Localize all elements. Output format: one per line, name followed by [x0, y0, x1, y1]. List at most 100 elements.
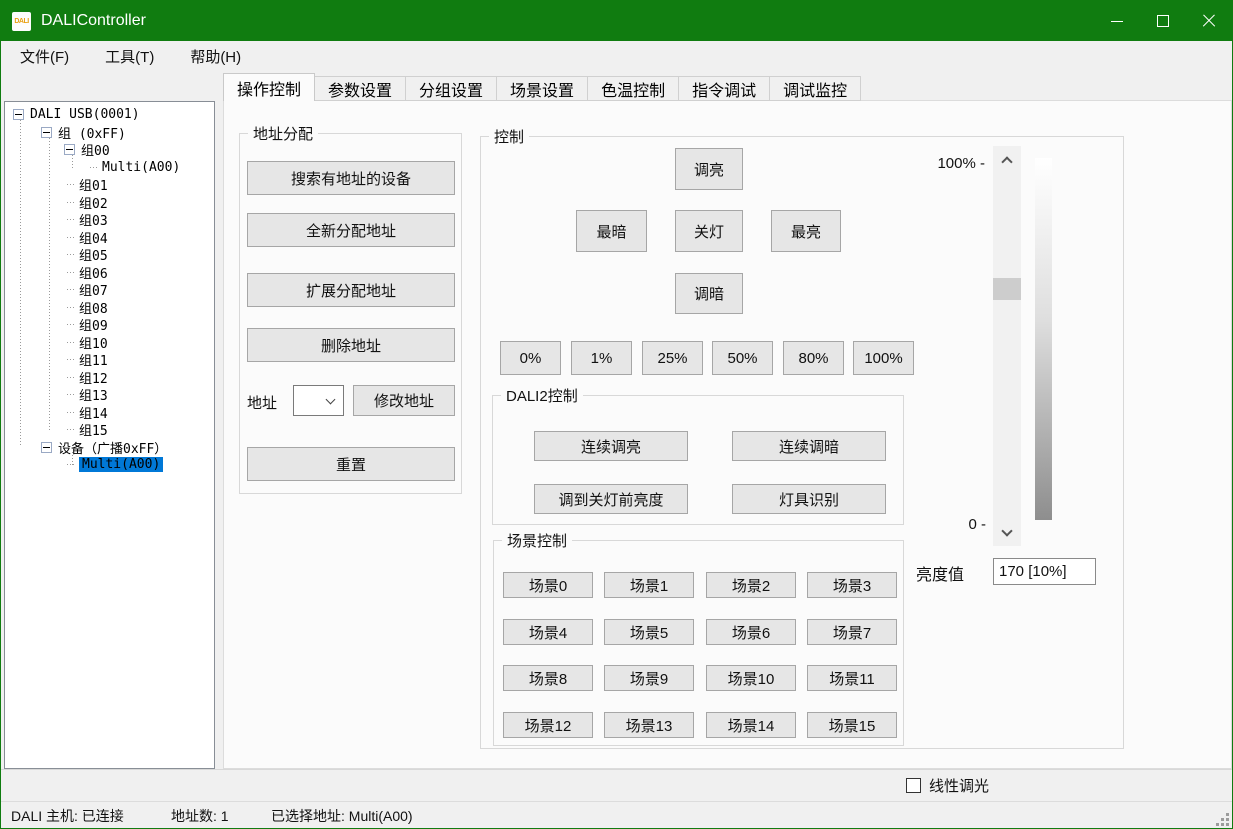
- max-brightness-button[interactable]: 最亮: [771, 210, 841, 252]
- tree-item-group11[interactable]: 组11: [5, 351, 214, 369]
- tab-grouping-settings[interactable]: 分组设置: [406, 76, 497, 101]
- tree-item-group13[interactable]: 组13: [5, 386, 214, 404]
- percent-50-button[interactable]: 50%: [712, 341, 773, 375]
- tab-debug-monitor[interactable]: 调试监控: [770, 76, 861, 101]
- scroll-up-button[interactable]: [993, 146, 1021, 173]
- search-addressed-devices-button[interactable]: 搜索有地址的设备: [247, 161, 455, 195]
- tree-item-group09[interactable]: 组09: [5, 316, 214, 334]
- title-bar: DALI DALIController: [1, 1, 1232, 41]
- scene-14-button[interactable]: 场景14: [706, 712, 796, 738]
- scene-13-button[interactable]: 场景13: [604, 712, 694, 738]
- scene-2-button[interactable]: 场景2: [706, 572, 796, 598]
- collapse-icon[interactable]: [64, 144, 75, 155]
- luminaire-identify-button[interactable]: 灯具识别: [732, 484, 886, 514]
- dim-button[interactable]: 调暗: [675, 273, 743, 314]
- tree-item-group01[interactable]: 组01: [5, 176, 214, 194]
- scene-5-button[interactable]: 场景5: [604, 619, 694, 645]
- assign-new-addresses-button[interactable]: 全新分配地址: [247, 213, 455, 247]
- continuous-brighten-button[interactable]: 连续调亮: [534, 431, 688, 461]
- chevron-up-icon: [1001, 156, 1012, 167]
- status-host-connection: DALI 主机: 已连接: [1, 802, 161, 829]
- linear-dimming-checkbox[interactable]: [906, 778, 921, 793]
- menu-bar: 文件(F) 工具(T) 帮助(H): [1, 41, 1232, 71]
- tree-item-multi-a00-selected[interactable]: Multi(A00): [5, 456, 214, 474]
- tab-command-debug[interactable]: 指令调试: [679, 76, 770, 101]
- scene-3-button[interactable]: 场景3: [807, 572, 897, 598]
- percent-80-button[interactable]: 80%: [783, 341, 844, 375]
- tab-operation-control[interactable]: 操作控制: [223, 73, 315, 101]
- tree-item-group06[interactable]: 组06: [5, 264, 214, 282]
- scene-1-button[interactable]: 场景1: [604, 572, 694, 598]
- resize-grip[interactable]: [1217, 814, 1229, 826]
- collapse-icon[interactable]: [41, 127, 52, 138]
- tree-item-group04[interactable]: 组04: [5, 229, 214, 247]
- menu-help[interactable]: 帮助(H): [177, 42, 254, 71]
- lights-off-button[interactable]: 关灯: [675, 210, 743, 252]
- modify-address-button[interactable]: 修改地址: [353, 385, 455, 416]
- scene-7-button[interactable]: 场景7: [807, 619, 897, 645]
- address-combobox[interactable]: [293, 385, 344, 416]
- brightness-scrollbar[interactable]: [993, 146, 1021, 546]
- maximize-icon: [1157, 15, 1169, 27]
- close-icon: [1202, 14, 1216, 28]
- tree-item-group07[interactable]: 组07: [5, 281, 214, 299]
- minimize-button[interactable]: [1094, 1, 1140, 41]
- menu-tools[interactable]: 工具(T): [92, 42, 167, 71]
- tree-item-group15[interactable]: 组15: [5, 421, 214, 439]
- tree-item-multi-a00[interactable]: Multi(A00): [5, 159, 214, 177]
- close-button[interactable]: [1186, 1, 1232, 41]
- percent-1-button[interactable]: 1%: [571, 341, 632, 375]
- brighten-button[interactable]: 调亮: [675, 148, 743, 190]
- minimize-icon: [1111, 21, 1123, 22]
- scene-15-button[interactable]: 场景15: [807, 712, 897, 738]
- extend-assign-addresses-button[interactable]: 扩展分配地址: [247, 273, 455, 307]
- tree-item-group12[interactable]: 组12: [5, 369, 214, 387]
- app-icon-text: DALI: [14, 18, 28, 25]
- tree-item-group02[interactable]: 组02: [5, 194, 214, 212]
- menu-file[interactable]: 文件(F): [7, 42, 82, 71]
- scene-0-button[interactable]: 场景0: [503, 572, 593, 598]
- percent-0-button[interactable]: 0%: [500, 341, 561, 375]
- scene-10-button[interactable]: 场景10: [706, 665, 796, 691]
- tree-item-device-broadcast[interactable]: 设备（广播0xFF）: [5, 439, 214, 457]
- address-label: 地址: [247, 392, 277, 413]
- scene-group-title: 场景控制: [502, 530, 572, 551]
- collapse-icon[interactable]: [41, 442, 52, 453]
- control-group: 控制 调亮 最暗 关灯 最亮 调暗 0% 1% 25% 50% 80% 100%…: [480, 136, 1124, 749]
- tab-parameter-settings[interactable]: 参数设置: [315, 76, 406, 101]
- scene-4-button[interactable]: 场景4: [503, 619, 593, 645]
- collapse-icon[interactable]: [13, 109, 24, 120]
- scene-9-button[interactable]: 场景9: [604, 665, 694, 691]
- scene-control-group: 场景控制 场景0 场景1 场景2 场景3 场景4 场景5 场景6 场景7 场景8…: [493, 540, 904, 746]
- brightness-value-field[interactable]: 170 [10%]: [993, 558, 1096, 585]
- continuous-dim-button[interactable]: 连续调暗: [732, 431, 886, 461]
- scene-11-button[interactable]: 场景11: [807, 665, 897, 691]
- min-brightness-button[interactable]: 最暗: [576, 210, 647, 252]
- maximize-button[interactable]: [1140, 1, 1186, 41]
- tree-item-group-root[interactable]: 组 (0xFF): [5, 124, 214, 142]
- tree-item-group00[interactable]: 组00: [5, 141, 214, 159]
- tree-item-group03[interactable]: 组03: [5, 211, 214, 229]
- scrollbar-thumb[interactable]: [993, 278, 1021, 300]
- scroll-down-button[interactable]: [993, 519, 1021, 546]
- scene-8-button[interactable]: 场景8: [503, 665, 593, 691]
- dali2-group-title: DALI2控制: [501, 385, 583, 406]
- tab-color-temp-control[interactable]: 色温控制: [588, 76, 679, 101]
- scene-12-button[interactable]: 场景12: [503, 712, 593, 738]
- reset-button[interactable]: 重置: [247, 447, 455, 481]
- delete-address-button[interactable]: 删除地址: [247, 328, 455, 362]
- tab-scene-settings[interactable]: 场景设置: [497, 76, 588, 101]
- percent-100-button[interactable]: 100%: [853, 341, 914, 375]
- tree-item-group14[interactable]: 组14: [5, 404, 214, 422]
- tree-item-dali-usb[interactable]: DALI USB(0001): [5, 106, 214, 124]
- tree-item-group05[interactable]: 组05: [5, 246, 214, 264]
- footer-bar: 线性调光: [1, 769, 1232, 801]
- selected-tree-label: Multi(A00): [79, 457, 163, 472]
- goto-last-level-button[interactable]: 调到关灯前亮度: [534, 484, 688, 514]
- tree-item-group08[interactable]: 组08: [5, 299, 214, 317]
- tree-item-group10[interactable]: 组10: [5, 334, 214, 352]
- chevron-down-icon: [1001, 525, 1012, 536]
- percent-25-button[interactable]: 25%: [642, 341, 703, 375]
- scene-6-button[interactable]: 场景6: [706, 619, 796, 645]
- status-address-count: 地址数: 1: [161, 802, 261, 829]
